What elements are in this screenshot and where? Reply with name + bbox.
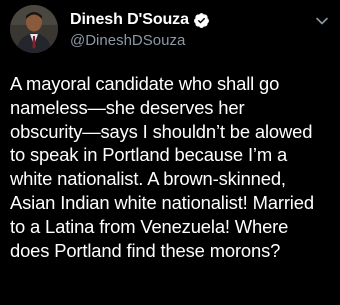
author-info: Dinesh D'Souza @DineshDSouza [70, 10, 210, 51]
tweet-text-line: to a Latina from Venezuela! Where [10, 215, 289, 237]
tweet-header: Dinesh D'Souza @DineshDSouza [10, 5, 330, 55]
tweet-card: Dinesh D'Souza @DineshDSouza A mayoral c… [0, 0, 340, 305]
tweet-text-line: does Portland find these morons? [10, 239, 281, 261]
avatar[interactable] [10, 5, 58, 53]
chevron-down-icon[interactable] [314, 13, 330, 29]
avatar-photo [10, 5, 58, 53]
tweet-text-line: A mayoral candidate who shall go [10, 73, 280, 94]
verified-badge-icon [193, 12, 210, 29]
tweet-text-line: white nationalist. A brown-skinned, [10, 168, 286, 190]
tweet-text-line: obscurity—says I shouldn’t be alowed [10, 120, 313, 142]
handle[interactable]: @DineshDSouza [70, 31, 210, 51]
tweet-text-line: nameless—she deserves her [10, 96, 245, 118]
display-name[interactable]: Dinesh D'Souza [70, 10, 189, 30]
tweet-text: A mayoral candidate who shall go nameles… [10, 72, 332, 262]
display-name-row: Dinesh D'Souza [70, 10, 210, 30]
tweet-text-line: to speak in Portland because I’m a [10, 144, 288, 166]
tweet-text-line: Asian Indian white nationalist! Married [10, 191, 314, 213]
